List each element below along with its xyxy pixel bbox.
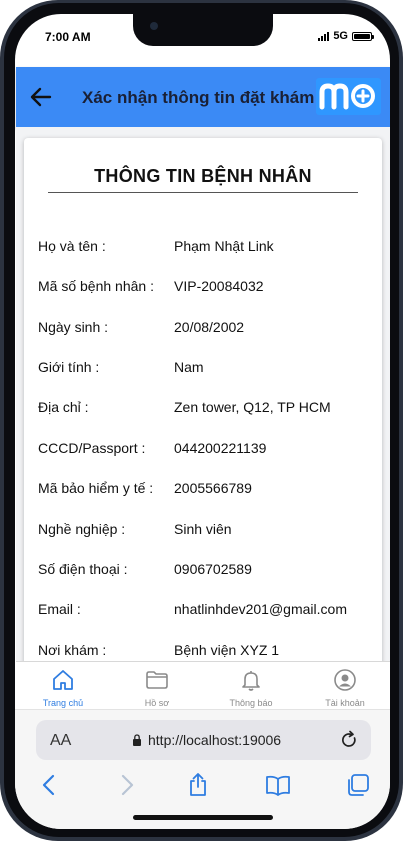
status-time: 7:00 AM: [45, 30, 91, 44]
folder-icon: [146, 671, 168, 689]
reload-icon[interactable]: [339, 730, 359, 750]
info-row-value: Zen tower, Q12, TP HCM: [174, 399, 331, 415]
user-icon: [334, 669, 356, 691]
tabs-icon[interactable]: [345, 772, 371, 798]
browser-back-icon[interactable]: [37, 772, 63, 798]
info-row-label: Số điện thoại :: [38, 561, 128, 577]
back-arrow-icon[interactable]: [30, 87, 52, 107]
info-row-label: CCCD/Passport :: [38, 440, 146, 456]
nav-label-notifications: Thông báo: [229, 698, 273, 708]
home-indicator: [133, 815, 273, 820]
nav-item-home[interactable]: Trang chủ: [18, 662, 108, 710]
share-icon[interactable]: [185, 772, 211, 798]
info-row: Nơi khám : Bệnh viện XYZ 1: [38, 642, 378, 662]
info-row-label: Nơi khám :: [38, 642, 107, 658]
nav-item-account[interactable]: Tài khoản: [300, 662, 390, 710]
info-row-value: Nam: [174, 359, 204, 375]
info-row: Giới tính : Nam: [38, 359, 378, 379]
info-row-label: Mã số bệnh nhân :: [38, 278, 154, 294]
network-label: 5G: [333, 30, 348, 42]
app-header: Xác nhận thông tin đặt khám: [16, 67, 390, 127]
info-row-value: 044200221139: [174, 440, 267, 456]
app-logo: [316, 78, 381, 115]
signal-icon: [318, 31, 330, 41]
nav-label-records: Hồ sơ: [144, 698, 170, 708]
info-row: Địa chỉ : Zen tower, Q12, TP HCM: [38, 399, 378, 419]
camera-icon: [150, 22, 158, 30]
text-size-button[interactable]: AA: [50, 732, 71, 750]
browser-forward-icon[interactable]: [113, 772, 139, 798]
info-row: Mã bảo hiểm y tế : 2005566789: [38, 480, 378, 500]
info-row: Email : nhatlinhdev201@gmail.com: [38, 601, 378, 621]
notch: [133, 14, 273, 46]
bottom-nav: Trang chủ Hồ sơ Thông báo Tài khoản: [16, 661, 390, 709]
info-row-label: Họ và tên :: [38, 238, 106, 254]
nav-label-home: Trang chủ: [42, 698, 84, 708]
info-row: Ngày sinh : 20/08/2002: [38, 319, 378, 339]
info-row-value: Phạm Nhật Link: [174, 238, 274, 254]
status-indicators: 5G: [318, 30, 374, 42]
info-row-label: Mã bảo hiểm y tế :: [38, 480, 154, 496]
info-row-label: Ngày sinh :: [38, 319, 109, 335]
info-row: Số điện thoại : 0906702589: [38, 561, 378, 581]
title-divider: [48, 192, 358, 193]
url-display[interactable]: http://localhost:19006: [132, 732, 281, 748]
info-row-value: 0906702589: [174, 561, 252, 577]
info-row-value: Sinh viên: [174, 521, 232, 537]
info-row: Mã số bệnh nhân : VIP-20084032: [38, 278, 378, 298]
info-row: Họ và tên : Phạm Nhật Link: [38, 238, 378, 258]
phone-frame: 7:00 AM 5G Xác nhận thông tin đặt khám T…: [0, 0, 403, 841]
info-row-label: Email :: [38, 601, 81, 617]
card-title: THÔNG TIN BỆNH NHÂN: [94, 166, 312, 186]
home-icon: [53, 670, 73, 690]
browser-toolbar: AA http://localhost:19006: [15, 709, 390, 829]
info-row-value: VIP-20084032: [174, 278, 264, 294]
nav-item-notifications[interactable]: Thông báo: [206, 662, 296, 710]
info-row-label: Nghề nghiệp :: [38, 521, 126, 537]
page-title: Xác nhận thông tin đặt khám: [82, 88, 315, 107]
info-row-value: 2005566789: [174, 480, 252, 496]
info-row-value: Bệnh viện XYZ 1: [174, 642, 280, 658]
bookmarks-icon[interactable]: [265, 772, 291, 798]
screen: 7:00 AM 5G Xác nhận thông tin đặt khám T…: [15, 14, 390, 829]
battery-icon: [352, 31, 374, 41]
nav-label-account: Tài khoản: [325, 698, 365, 708]
patient-info-card: THÔNG TIN BỆNH NHÂN Họ và tên : Phạm Nhật…: [24, 138, 382, 678]
phone-bezel: 7:00 AM 5G Xác nhận thông tin đặt khám T…: [4, 3, 399, 837]
info-row-label: Giới tính :: [38, 359, 100, 375]
info-row-value: nhatlinhdev201@gmail.com: [174, 601, 347, 617]
info-row-label: Địa chỉ :: [38, 399, 89, 415]
info-row-value: 20/08/2002: [174, 319, 245, 335]
nav-item-records[interactable]: Hồ sơ: [112, 662, 202, 710]
address-bar[interactable]: AA http://localhost:19006: [36, 720, 371, 760]
url-text: http://localhost:19006: [148, 732, 282, 748]
bell-icon: [242, 671, 260, 691]
mo-logo-icon: [319, 83, 375, 110]
info-row: CCCD/Passport : 044200221139: [38, 440, 378, 460]
info-row: Nghề nghiệp : Sinh viên: [38, 521, 378, 541]
lock-icon: [133, 734, 141, 746]
